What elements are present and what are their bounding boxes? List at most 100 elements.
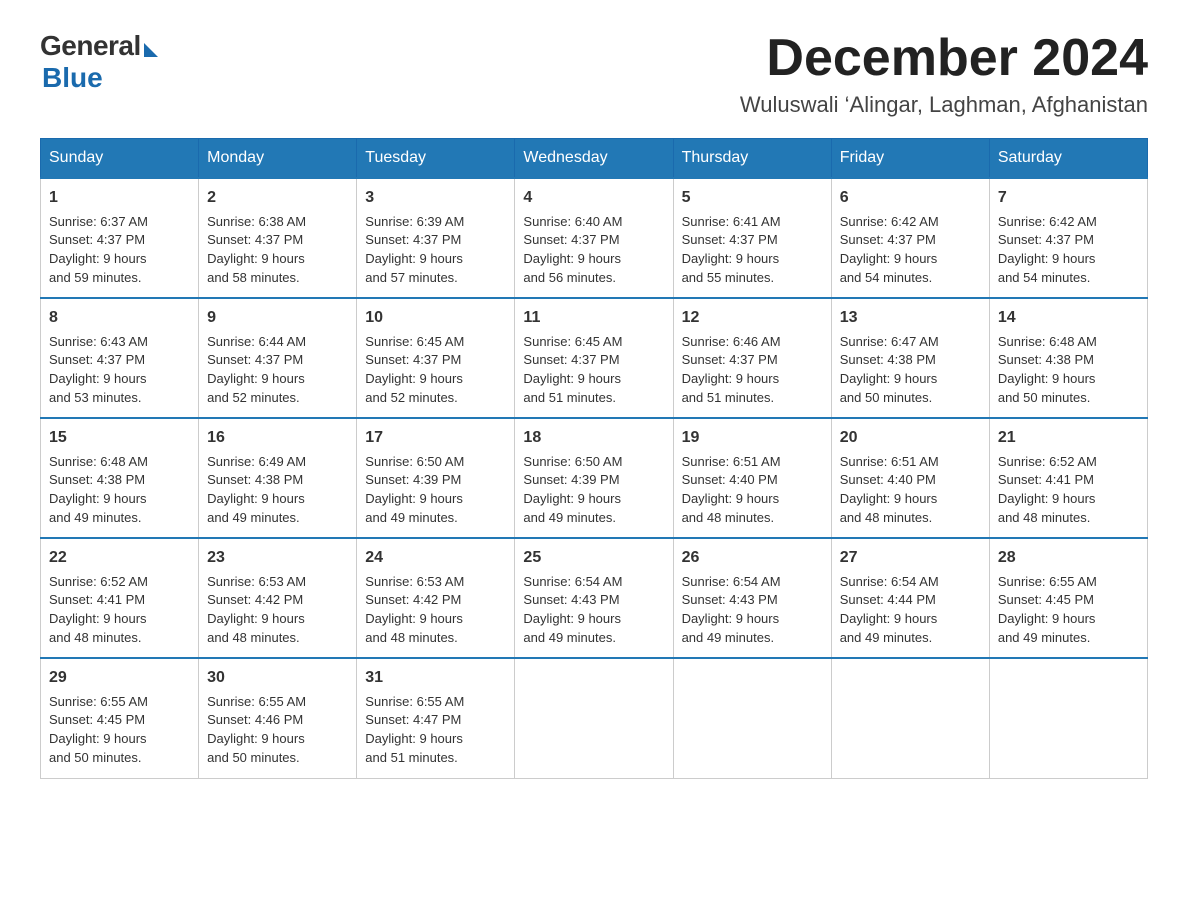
calendar-cell: 15 Sunrise: 6:48 AMSunset: 4:38 PMDayligh…	[41, 418, 199, 538]
day-info: Sunrise: 6:38 AMSunset: 4:37 PMDaylight:…	[207, 213, 348, 288]
day-info: Sunrise: 6:42 AMSunset: 4:37 PMDaylight:…	[840, 213, 981, 288]
day-info: Sunrise: 6:50 AMSunset: 4:39 PMDaylight:…	[365, 453, 506, 528]
day-number: 11	[523, 307, 664, 329]
calendar-cell: 14 Sunrise: 6:48 AMSunset: 4:38 PMDayligh…	[989, 298, 1147, 418]
weekday-header-friday: Friday	[831, 139, 989, 179]
calendar-cell: 20 Sunrise: 6:51 AMSunset: 4:40 PMDayligh…	[831, 418, 989, 538]
calendar-cell: 26Sunrise: 6:54 AMSunset: 4:43 PMDayligh…	[673, 538, 831, 658]
day-info: Sunrise: 6:50 AMSunset: 4:39 PMDaylight:…	[523, 453, 664, 528]
day-number: 21	[998, 427, 1139, 449]
logo-blue-text: Blue	[42, 62, 103, 94]
calendar-cell: 28 Sunrise: 6:55 AMSunset: 4:45 PMDayligh…	[989, 538, 1147, 658]
day-number: 18	[523, 427, 664, 449]
day-info: Sunrise: 6:39 AMSunset: 4:37 PMDaylight:…	[365, 213, 506, 288]
week-row-4: 22 Sunrise: 6:52 AMSunset: 4:41 PMDayligh…	[41, 538, 1148, 658]
day-number: 22	[49, 547, 190, 569]
calendar-cell: 3 Sunrise: 6:39 AMSunset: 4:37 PMDaylight…	[357, 178, 515, 298]
day-info: Sunrise: 6:46 AMSunset: 4:37 PMDaylight:…	[682, 333, 823, 408]
day-number: 12	[682, 307, 823, 329]
day-info: Sunrise: 6:45 AMSunset: 4:37 PMDaylight:…	[365, 333, 506, 408]
calendar-cell: 29Sunrise: 6:55 AMSunset: 4:45 PMDayligh…	[41, 658, 199, 778]
weekday-header-sunday: Sunday	[41, 139, 199, 179]
calendar-cell: 9 Sunrise: 6:44 AMSunset: 4:37 PMDaylight…	[199, 298, 357, 418]
calendar-cell: 16Sunrise: 6:49 AMSunset: 4:38 PMDayligh…	[199, 418, 357, 538]
day-number: 26	[682, 547, 823, 569]
calendar-cell	[515, 658, 673, 778]
calendar-cell: 2 Sunrise: 6:38 AMSunset: 4:37 PMDaylight…	[199, 178, 357, 298]
weekday-header-saturday: Saturday	[989, 139, 1147, 179]
week-row-3: 15 Sunrise: 6:48 AMSunset: 4:38 PMDayligh…	[41, 418, 1148, 538]
day-info: Sunrise: 6:52 AMSunset: 4:41 PMDaylight:…	[49, 573, 190, 648]
day-info: Sunrise: 6:47 AMSunset: 4:38 PMDaylight:…	[840, 333, 981, 408]
title-section: December 2024 Wuluswali ‘Alingar, Laghma…	[740, 30, 1148, 118]
day-info: Sunrise: 6:43 AMSunset: 4:37 PMDaylight:…	[49, 333, 190, 408]
calendar-cell: 18 Sunrise: 6:50 AMSunset: 4:39 PMDayligh…	[515, 418, 673, 538]
day-number: 23	[207, 547, 348, 569]
day-info: Sunrise: 6:54 AMSunset: 4:43 PMDaylight:…	[523, 573, 664, 648]
day-info: Sunrise: 6:55 AMSunset: 4:46 PMDaylight:…	[207, 693, 348, 768]
calendar-cell: 24 Sunrise: 6:53 AMSunset: 4:42 PMDayligh…	[357, 538, 515, 658]
day-info: Sunrise: 6:51 AMSunset: 4:40 PMDaylight:…	[840, 453, 981, 528]
calendar-cell: 7 Sunrise: 6:42 AMSunset: 4:37 PMDaylight…	[989, 178, 1147, 298]
week-row-2: 8Sunrise: 6:43 AMSunset: 4:37 PMDaylight…	[41, 298, 1148, 418]
day-number: 24	[365, 547, 506, 569]
calendar-cell: 12 Sunrise: 6:46 AMSunset: 4:37 PMDayligh…	[673, 298, 831, 418]
day-number: 9	[207, 307, 348, 329]
day-number: 25	[523, 547, 664, 569]
location-title: Wuluswali ‘Alingar, Laghman, Afghanistan	[740, 92, 1148, 118]
day-number: 27	[840, 547, 981, 569]
day-number: 28	[998, 547, 1139, 569]
weekday-header-monday: Monday	[199, 139, 357, 179]
day-number: 14	[998, 307, 1139, 329]
day-number: 17	[365, 427, 506, 449]
month-title: December 2024	[740, 30, 1148, 87]
calendar-cell	[831, 658, 989, 778]
weekday-header-wednesday: Wednesday	[515, 139, 673, 179]
calendar-cell: 19Sunrise: 6:51 AMSunset: 4:40 PMDayligh…	[673, 418, 831, 538]
day-number: 7	[998, 187, 1139, 209]
day-number: 1	[49, 187, 190, 209]
day-info: Sunrise: 6:45 AMSunset: 4:37 PMDaylight:…	[523, 333, 664, 408]
day-info: Sunrise: 6:53 AMSunset: 4:42 PMDaylight:…	[365, 573, 506, 648]
calendar-cell	[989, 658, 1147, 778]
calendar-cell: 21 Sunrise: 6:52 AMSunset: 4:41 PMDayligh…	[989, 418, 1147, 538]
day-info: Sunrise: 6:51 AMSunset: 4:40 PMDaylight:…	[682, 453, 823, 528]
calendar-cell: 4Sunrise: 6:40 AMSunset: 4:37 PMDaylight…	[515, 178, 673, 298]
weekday-header-tuesday: Tuesday	[357, 139, 515, 179]
day-number: 10	[365, 307, 506, 329]
day-number: 3	[365, 187, 506, 209]
day-number: 5	[682, 187, 823, 209]
day-number: 4	[523, 187, 664, 209]
day-number: 20	[840, 427, 981, 449]
calendar-cell: 30Sunrise: 6:55 AMSunset: 4:46 PMDayligh…	[199, 658, 357, 778]
day-info: Sunrise: 6:55 AMSunset: 4:47 PMDaylight:…	[365, 693, 506, 768]
week-row-5: 29Sunrise: 6:55 AMSunset: 4:45 PMDayligh…	[41, 658, 1148, 778]
day-number: 15	[49, 427, 190, 449]
day-number: 13	[840, 307, 981, 329]
day-info: Sunrise: 6:53 AMSunset: 4:42 PMDaylight:…	[207, 573, 348, 648]
day-info: Sunrise: 6:44 AMSunset: 4:37 PMDaylight:…	[207, 333, 348, 408]
calendar-cell: 25 Sunrise: 6:54 AMSunset: 4:43 PMDayligh…	[515, 538, 673, 658]
day-info: Sunrise: 6:41 AMSunset: 4:37 PMDaylight:…	[682, 213, 823, 288]
calendar-cell: 17 Sunrise: 6:50 AMSunset: 4:39 PMDayligh…	[357, 418, 515, 538]
day-number: 2	[207, 187, 348, 209]
weekday-header-row: SundayMondayTuesdayWednesdayThursdayFrid…	[41, 139, 1148, 179]
day-info: Sunrise: 6:48 AMSunset: 4:38 PMDaylight:…	[998, 333, 1139, 408]
logo-triangle-icon	[144, 43, 158, 57]
day-info: Sunrise: 6:49 AMSunset: 4:38 PMDaylight:…	[207, 453, 348, 528]
day-number: 6	[840, 187, 981, 209]
day-info: Sunrise: 6:42 AMSunset: 4:37 PMDaylight:…	[998, 213, 1139, 288]
calendar-cell: 31 Sunrise: 6:55 AMSunset: 4:47 PMDayligh…	[357, 658, 515, 778]
calendar-cell: 10 Sunrise: 6:45 AMSunset: 4:37 PMDayligh…	[357, 298, 515, 418]
calendar-cell: 13 Sunrise: 6:47 AMSunset: 4:38 PMDayligh…	[831, 298, 989, 418]
day-info: Sunrise: 6:54 AMSunset: 4:44 PMDaylight:…	[840, 573, 981, 648]
calendar-cell: 5 Sunrise: 6:41 AMSunset: 4:37 PMDaylight…	[673, 178, 831, 298]
week-row-1: 1Sunrise: 6:37 AMSunset: 4:37 PMDaylight…	[41, 178, 1148, 298]
day-info: Sunrise: 6:48 AMSunset: 4:38 PMDaylight:…	[49, 453, 190, 528]
logo: General Blue	[40, 30, 158, 94]
calendar-cell: 1Sunrise: 6:37 AMSunset: 4:37 PMDaylight…	[41, 178, 199, 298]
day-info: Sunrise: 6:55 AMSunset: 4:45 PMDaylight:…	[998, 573, 1139, 648]
day-info: Sunrise: 6:52 AMSunset: 4:41 PMDaylight:…	[998, 453, 1139, 528]
day-number: 31	[365, 667, 506, 689]
day-info: Sunrise: 6:55 AMSunset: 4:45 PMDaylight:…	[49, 693, 190, 768]
